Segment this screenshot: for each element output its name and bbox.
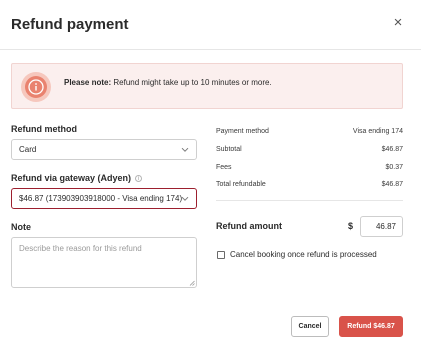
refund-method-label: Refund method (11, 124, 77, 134)
refund-amount-label: Refund amount (216, 221, 282, 231)
refund-method-select[interactable]: Card (11, 139, 197, 160)
gateway-select[interactable]: $46.87 (173903903918000 - Visa ending 17… (11, 188, 197, 209)
info-alert-icon (25, 76, 47, 98)
currency-symbol: $ (348, 221, 354, 231)
summary-value: Visa ending 174 (352, 128, 403, 135)
cancel-booking-checkbox[interactable] (217, 251, 225, 259)
summary-value: $0.37 (385, 164, 403, 171)
dialog-header: Refund payment × (0, 0, 421, 50)
dialog-title: Refund payment (11, 16, 129, 33)
gateway-label: Refund via gateway (Adyen) i (11, 173, 143, 183)
refund-amount-input[interactable]: 46.87 (360, 216, 403, 237)
summary-value: $46.87 (381, 146, 403, 153)
summary-label: Subtotal (216, 146, 242, 153)
resize-handle-icon[interactable] (189, 280, 195, 286)
notice-text: Please note: Refund might take up to 10 … (64, 78, 272, 87)
notice-banner: Please note: Refund might take up to 10 … (11, 63, 403, 109)
note-placeholder: Describe the reason for this refund (19, 244, 142, 253)
chevron-down-icon (181, 147, 189, 152)
summary-label: Total refundable (216, 181, 266, 188)
summary-value: $46.87 (381, 181, 403, 188)
refund-method-value: Card (19, 145, 37, 154)
note-label: Note (11, 222, 31, 232)
close-icon[interactable]: × (391, 15, 405, 31)
summary-label: Payment method (216, 128, 269, 135)
note-textarea[interactable]: Describe the reason for this refund (11, 237, 197, 288)
chevron-down-icon (181, 196, 189, 201)
gateway-value: $46.87 (173903903918000 - Visa ending 17… (19, 194, 183, 203)
divider (216, 200, 403, 201)
cancel-booking-label[interactable]: Cancel booking once refund is processed (230, 250, 377, 259)
info-icon[interactable]: i (135, 175, 143, 182)
refund-button[interactable]: Refund $46.87 (339, 316, 403, 337)
cancel-button[interactable]: Cancel (291, 316, 329, 337)
summary-label: Fees (216, 164, 232, 171)
